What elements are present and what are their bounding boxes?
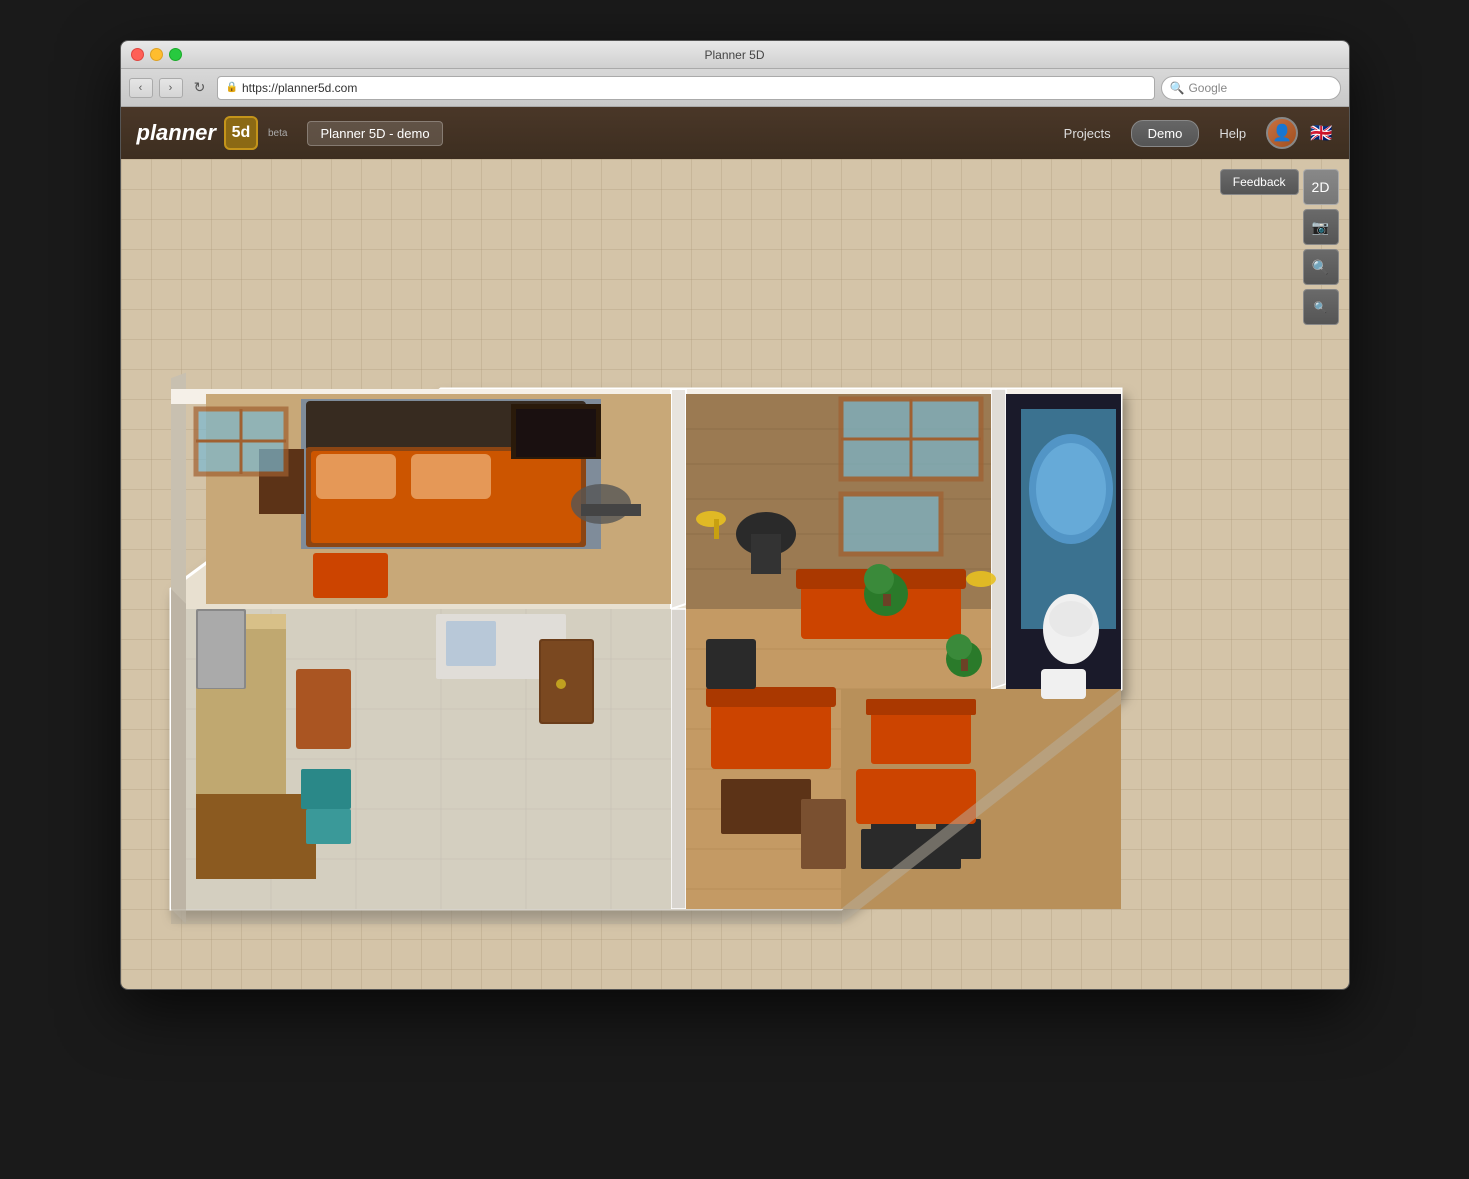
project-name[interactable]: Planner 5D - demo — [307, 121, 442, 146]
window-controls — [131, 48, 182, 61]
floorplan-container — [141, 209, 1241, 969]
browser-toolbar: ‹ › ↻ 🔒 https://planner5d.com 🔍 Google — [121, 69, 1349, 107]
floorplan-svg — [141, 209, 1241, 969]
zoom-out-icon: 🔍 — [1314, 301, 1328, 314]
zoom-out-button[interactable]: 🔍 — [1303, 289, 1339, 325]
screenshot-button[interactable]: 📷 — [1303, 209, 1339, 245]
back-button[interactable]: ‹ — [129, 78, 153, 98]
canvas-area: Feedback 2D 📷 🔍 🔍 — [121, 159, 1349, 990]
window-title: Planner 5D — [704, 48, 764, 62]
logo-area: planner 5d beta — [137, 116, 288, 150]
url-text: https://planner5d.com — [242, 81, 357, 95]
avatar[interactable]: 👤 — [1266, 117, 1298, 149]
zoom-in-button[interactable]: 🔍 — [1303, 249, 1339, 285]
demo-button[interactable]: Demo — [1131, 120, 1200, 147]
maximize-button[interactable] — [169, 48, 182, 61]
feedback-button[interactable]: Feedback — [1220, 169, 1299, 195]
view-2d-button[interactable]: 2D — [1303, 169, 1339, 205]
right-toolbar: 2D 📷 🔍 🔍 — [1303, 169, 1339, 325]
close-button[interactable] — [131, 48, 144, 61]
forward-button[interactable]: › — [159, 78, 183, 98]
refresh-button[interactable]: ↻ — [189, 77, 211, 99]
language-flag[interactable]: 🇬🇧 — [1310, 123, 1332, 144]
help-link[interactable]: Help — [1211, 122, 1254, 145]
search-bar[interactable]: 🔍 Google — [1161, 76, 1341, 100]
logo-box: 5d — [224, 116, 258, 150]
minimize-button[interactable] — [150, 48, 163, 61]
app-navbar: planner 5d beta Planner 5D - demo Projec… — [121, 107, 1349, 159]
lock-icon: 🔒 — [226, 82, 238, 93]
url-bar[interactable]: 🔒 https://planner5d.com — [217, 76, 1155, 100]
beta-badge: beta — [268, 128, 287, 139]
search-placeholder: Google — [1188, 81, 1227, 95]
camera-icon: 📷 — [1312, 219, 1329, 236]
logo-text: planner — [137, 120, 216, 146]
titlebar: Planner 5D — [121, 41, 1349, 69]
projects-link[interactable]: Projects — [1056, 122, 1119, 145]
zoom-in-icon: 🔍 — [1312, 259, 1329, 276]
browser-window: Planner 5D ‹ › ↻ 🔒 https://planner5d.com… — [120, 40, 1350, 990]
search-icon: 🔍 — [1170, 81, 1185, 95]
